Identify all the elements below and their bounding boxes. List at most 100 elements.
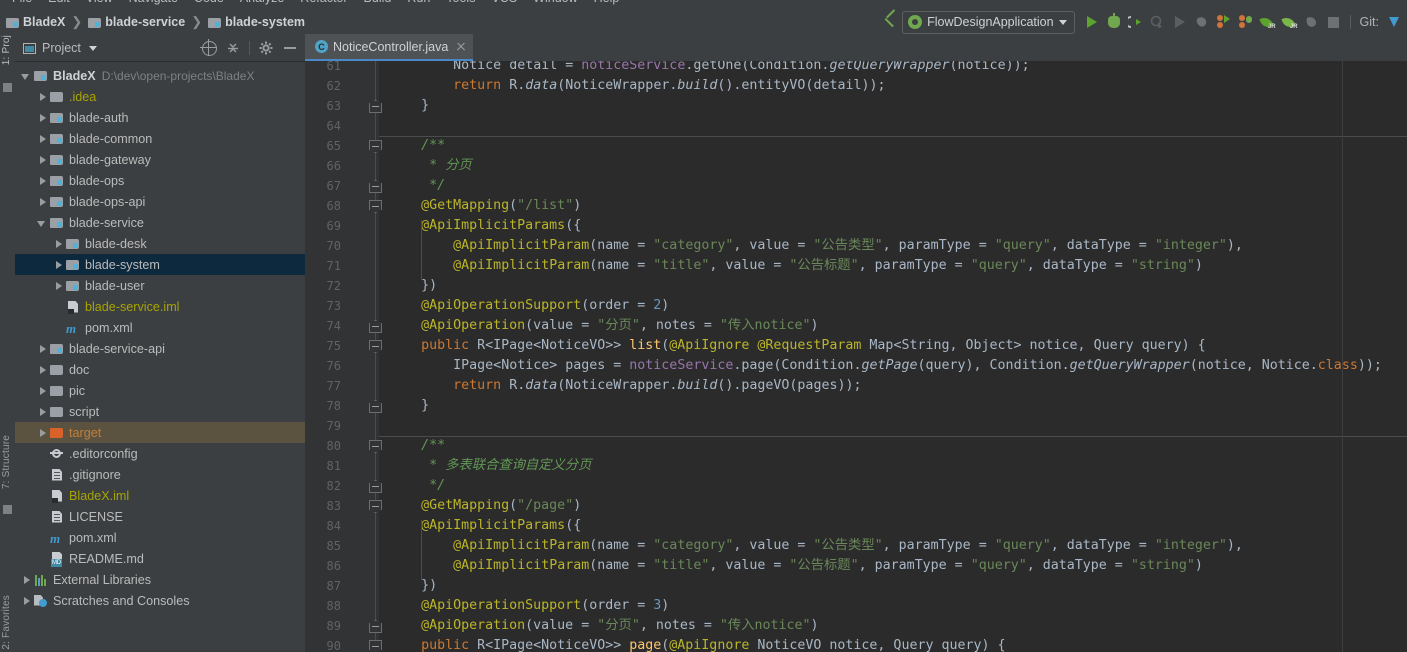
chevron-down-icon[interactable]	[35, 216, 49, 230]
chevron-right-icon[interactable]	[35, 174, 49, 188]
code-token: , value =	[709, 258, 790, 273]
tree-item-blade-service-api[interactable]: blade-service-api	[15, 338, 305, 359]
menu-item-help[interactable]: Help	[586, 0, 628, 7]
tree-item-external-libraries[interactable]: External Libraries	[15, 569, 305, 590]
breadcrumb-item-BladeX[interactable]: BladeX	[6, 15, 65, 29]
stripe-marker-1	[3, 83, 12, 92]
settings-gear-icon[interactable]	[255, 37, 277, 59]
tree-item-blade-system[interactable]: blade-system	[15, 254, 305, 275]
jrebel-debug-icon[interactable]: JR	[1279, 11, 1301, 33]
run-dim-icon[interactable]	[1169, 11, 1191, 33]
chevron-right-icon[interactable]	[35, 384, 49, 398]
tree-item-blade-ops-api[interactable]: blade-ops-api	[15, 191, 305, 212]
chevron-right-icon[interactable]	[19, 594, 33, 608]
chevron-right-icon[interactable]	[35, 405, 49, 419]
menu-item-tools[interactable]: Tools	[438, 0, 483, 7]
jrebel-run-icon[interactable]: JR	[1257, 11, 1279, 33]
tree-item-doc[interactable]: doc	[15, 359, 305, 380]
menu-item-navigate[interactable]: Navigate	[121, 0, 186, 7]
chevron-right-icon[interactable]	[35, 111, 49, 125]
line-number: 61	[326, 61, 341, 73]
chevron-right-icon[interactable]	[35, 342, 49, 356]
tree-item-readme-md[interactable]: README.md	[15, 548, 305, 569]
profile-icon[interactable]	[1147, 11, 1169, 33]
code-line: @ApiImplicitParams({	[421, 216, 581, 236]
locate-icon[interactable]	[198, 37, 220, 59]
update-project-icon[interactable]	[880, 11, 902, 33]
tree-item-blade-ops[interactable]: blade-ops	[15, 170, 305, 191]
stop-icon[interactable]	[1323, 11, 1345, 33]
tree-item-blade-user[interactable]: blade-user	[15, 275, 305, 296]
chevron-right-icon[interactable]	[35, 153, 49, 167]
chevron-right-icon[interactable]	[51, 258, 65, 272]
hide-panel-icon[interactable]	[279, 37, 301, 59]
code-token: getPage	[861, 358, 918, 373]
jrebel-stop-icon[interactable]	[1301, 11, 1323, 33]
tree-item--editorconfig[interactable]: .editorconfig	[15, 443, 305, 464]
tree-item-target[interactable]: target	[15, 422, 305, 443]
tree-item-scratches-and-consoles[interactable]: Scratches and Consoles	[15, 590, 305, 611]
project-title-group[interactable]: Project	[23, 41, 97, 55]
tree-item-blade-service[interactable]: blade-service	[15, 212, 305, 233]
debug-icon[interactable]	[1103, 11, 1125, 33]
tree-item-pom-xml[interactable]: m pom.xml	[15, 317, 305, 338]
stripe-button-favorites[interactable]: 2: Favorites	[1, 595, 12, 650]
menu-item-run[interactable]: Run	[399, 0, 438, 7]
tree-item-blade-auth[interactable]: blade-auth	[15, 107, 305, 128]
project-tree[interactable]: BladeX D:\dev\open-projects\BladeX .idea bl…	[15, 62, 305, 652]
chevron-right-icon[interactable]	[51, 279, 65, 293]
tree-item-pom-xml[interactable]: m pom.xml	[15, 527, 305, 548]
menu-item-view[interactable]: View	[78, 0, 121, 7]
menu-item-vcs[interactable]: VCS	[483, 0, 525, 7]
tree-item--gitignore[interactable]: .gitignore	[15, 464, 305, 485]
git-checkout-icon[interactable]	[1383, 11, 1405, 33]
chevron-right-icon[interactable]	[19, 573, 33, 587]
menu-item-code[interactable]: Code	[186, 0, 232, 7]
run-icon[interactable]	[1081, 11, 1103, 33]
tree-item-label: BladeX.iml	[69, 488, 130, 503]
module-folder-icon	[6, 17, 19, 28]
run-with-coverage-icon[interactable]	[1125, 11, 1147, 33]
chevron-right-icon[interactable]	[35, 132, 49, 146]
menu-item-analyze[interactable]: Analyze	[232, 0, 292, 7]
editor-gutter[interactable]: 61 62 63 64 65 66 67 68 69 70 71 72 73 74 75 76 77 78 79 80…	[305, 61, 382, 652]
chevron-right-icon[interactable]	[35, 363, 49, 377]
chevron-right-icon[interactable]	[35, 90, 49, 104]
chevron-right-icon[interactable]	[51, 237, 65, 251]
menu-item-window[interactable]: Window	[525, 0, 585, 7]
tree-item--idea[interactable]: .idea	[15, 86, 305, 107]
code-line: return R.data(NoticeWrapper.build().page…	[453, 376, 861, 396]
close-icon[interactable]	[455, 41, 467, 53]
tree-item-bladex-iml[interactable]: BladeX.iml	[15, 485, 305, 506]
menu-item-build[interactable]: Build	[356, 0, 400, 7]
menu-item-file[interactable]: File	[4, 0, 40, 7]
editor-tab-noticecontroller[interactable]: C NoticeController.java	[305, 34, 474, 61]
breadcrumb-item-blade-service[interactable]: blade-service	[88, 15, 185, 29]
tree-item-blade-service-iml[interactable]: blade-service.iml	[15, 296, 305, 317]
debug-dashboard-icon[interactable]	[1235, 11, 1257, 33]
tree-item-blade-gateway[interactable]: blade-gateway	[15, 149, 305, 170]
code-token: @ApiImplicitParam	[453, 538, 590, 553]
breadcrumb-item-blade-system[interactable]: blade-system	[208, 15, 305, 29]
stripe-button-project[interactable]: 1: Project	[1, 35, 12, 65]
tree-item-blade-common[interactable]: blade-common	[15, 128, 305, 149]
menu-item-edit[interactable]: Edit	[40, 0, 78, 7]
chevron-down-icon[interactable]	[19, 69, 33, 83]
chevron-right-icon[interactable]	[35, 426, 49, 440]
tree-item-blade-desk[interactable]: blade-desk	[15, 233, 305, 254]
attach-debugger-icon[interactable]	[1191, 11, 1213, 33]
tree-item-bladex[interactable]: BladeX D:\dev\open-projects\BladeX	[15, 65, 305, 86]
code-token: "title"	[653, 558, 710, 573]
tree-item-script[interactable]: script	[15, 401, 305, 422]
tree-item-license[interactable]: LICENSE	[15, 506, 305, 527]
collapse-all-icon[interactable]	[222, 37, 244, 59]
code-token: , paramType =	[858, 558, 971, 573]
stripe-button-structure[interactable]: 7: Structure	[1, 435, 12, 489]
code-text[interactable]: Notice detail = noticeService.getOne(Con…	[379, 61, 1407, 652]
chevron-right-icon[interactable]	[35, 195, 49, 209]
code-canvas[interactable]: 61 62 63 64 65 66 67 68 69 70 71 72 73 74 75 76 77 78 79 80…	[305, 61, 1407, 652]
run-dashboard-icon[interactable]	[1213, 11, 1235, 33]
run-configuration-selector[interactable]: FlowDesignApplication	[902, 10, 1075, 34]
menu-item-refactor[interactable]: Refactor	[292, 0, 355, 7]
tree-item-pic[interactable]: pic	[15, 380, 305, 401]
